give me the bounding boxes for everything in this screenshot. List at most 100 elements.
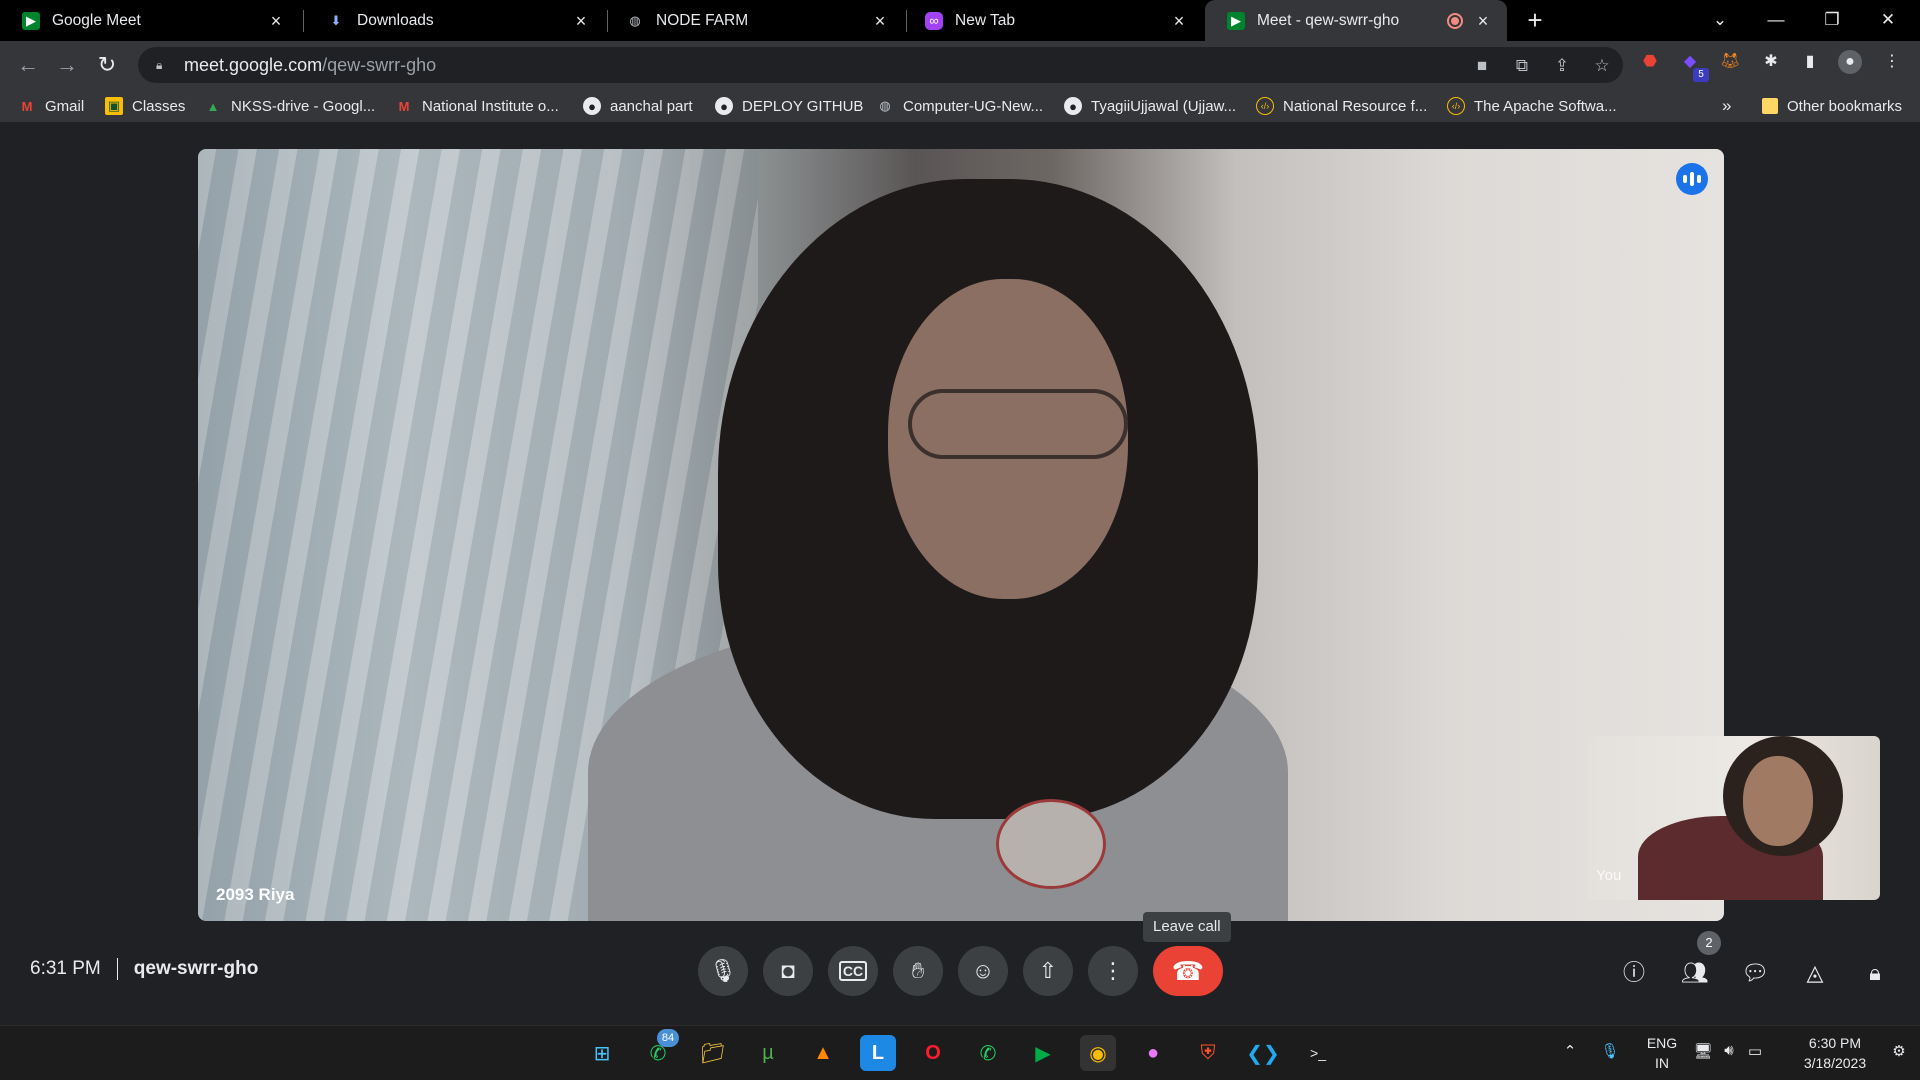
- bookmark-national-institute[interactable]: M National Institute o...: [395, 95, 559, 117]
- bookmark-label: Computer-UG-New...: [903, 97, 1044, 115]
- vlc-icon[interactable]: ▲: [805, 1035, 841, 1071]
- metamask-icon[interactable]: 🦊︎: [1718, 50, 1742, 74]
- whatsapp-web-icon[interactable]: ✆: [970, 1035, 1006, 1071]
- shirt-logo: [996, 799, 1106, 889]
- captions-button[interactable]: CC: [828, 946, 878, 996]
- bookmarks-overflow-button[interactable]: »: [1722, 95, 1731, 117]
- present-icon: ⇧: [1038, 958, 1058, 983]
- restore-button[interactable]: ❐: [1804, 0, 1860, 41]
- tray-mic-icon[interactable]: 🎙︎: [1600, 1042, 1620, 1066]
- language-indicator[interactable]: ENG IN: [1642, 1033, 1682, 1073]
- speaking-indicator-icon: [1676, 163, 1708, 195]
- people-button[interactable]: 👥︎: [1680, 958, 1710, 988]
- main-participant-video[interactable]: 2093 Riya: [198, 149, 1724, 921]
- activities-button[interactable]: ◬: [1800, 958, 1830, 988]
- forward-icon[interactable]: →: [51, 49, 83, 81]
- chat-button[interactable]: 💬︎: [1740, 958, 1770, 988]
- bookmark-label: Classes: [132, 97, 186, 115]
- url-host: meet.google.com: [184, 54, 323, 75]
- github-icon: ●: [715, 97, 733, 115]
- back-icon[interactable]: ←: [12, 49, 44, 81]
- more-options-button[interactable]: ⋮: [1088, 946, 1138, 996]
- bookmark-national-resource[interactable]: ‹/› National Resource f...: [1256, 95, 1427, 117]
- bookmarks-bar: M Gmail ▣ Classes ▲ NKSS-drive - Googl..…: [0, 89, 1920, 123]
- terminal-icon[interactable]: >_: [1300, 1035, 1336, 1071]
- address-bar[interactable]: 🔒︎ meet.google.com/qew-swrr-gho ■ ⧉ ⇪ ☆: [138, 47, 1623, 83]
- present-screen-button[interactable]: ⇧: [1023, 946, 1073, 996]
- raise-hand-button[interactable]: ✋︎: [893, 946, 943, 996]
- bookmark-computer-ug[interactable]: ◍ Computer-UG-New...: [876, 95, 1043, 117]
- more-vert-icon: ⋮: [1102, 958, 1124, 983]
- camera-button[interactable]: ◘: [763, 946, 813, 996]
- captions-icon: CC: [838, 961, 868, 981]
- bookmark-aanchal-part[interactable]: ● aanchal part: [583, 95, 693, 117]
- tab-search-icon[interactable]: ⌄: [1692, 0, 1748, 41]
- menu-kebab-icon[interactable]: ⋮: [1880, 50, 1904, 74]
- chrome-icon[interactable]: ◉: [1080, 1035, 1116, 1071]
- volume-icon[interactable]: 🔊︎: [1718, 1042, 1740, 1066]
- bookmark-gmail[interactable]: M Gmail: [18, 95, 85, 117]
- close-icon[interactable]: ×: [571, 11, 591, 31]
- meet-app-icon[interactable]: ▶: [1025, 1035, 1061, 1071]
- other-bookmarks[interactable]: Other bookmarks: [1762, 95, 1902, 117]
- tab-downloads[interactable]: ⬇ Downloads ×: [305, 0, 605, 41]
- lock-icon[interactable]: 🔒︎: [156, 58, 170, 72]
- notifications-icon[interactable]: ⚙︎: [1888, 1042, 1910, 1066]
- brave-icon[interactable]: ⛨: [1190, 1035, 1226, 1071]
- battery-icon[interactable]: ▭: [1744, 1042, 1766, 1066]
- bookmark-nkss-drive[interactable]: ▲ NKSS-drive - Googl...: [204, 95, 376, 117]
- people-icon: 👥︎: [1681, 960, 1709, 985]
- app-l-icon[interactable]: L: [860, 1035, 896, 1071]
- close-icon[interactable]: ×: [266, 11, 286, 31]
- self-label: You: [1596, 867, 1622, 884]
- bookmark-apache[interactable]: ‹/› The Apache Softwa...: [1447, 95, 1617, 117]
- extension-red-icon[interactable]: ⬣: [1638, 50, 1662, 74]
- profile-avatar[interactable]: ●: [1838, 50, 1862, 74]
- bookmark-classes[interactable]: ▣ Classes: [105, 95, 185, 117]
- tab-meet-active[interactable]: ▶ Meet - qew-swrr-gho ×: [1205, 0, 1507, 41]
- extensions-puzzle-icon[interactable]: ✱: [1759, 50, 1783, 74]
- close-icon[interactable]: ×: [1473, 11, 1493, 31]
- network-icon[interactable]: 🖥︎: [1692, 1042, 1714, 1066]
- camera-icon[interactable]: ■: [1468, 55, 1496, 77]
- vscode-icon[interactable]: ❮❯: [1245, 1035, 1281, 1071]
- reload-icon[interactable]: ↻: [91, 49, 123, 81]
- close-icon[interactable]: ×: [870, 11, 890, 31]
- side-panel-icon[interactable]: ▮: [1798, 50, 1822, 74]
- app-drop-icon[interactable]: ●: [1135, 1035, 1171, 1071]
- tab-title: Downloads: [357, 11, 434, 29]
- host-controls-button[interactable]: 🔒︎: [1860, 958, 1890, 988]
- extension-badge: 5: [1693, 68, 1709, 82]
- meeting-info-button[interactable]: ⓘ: [1619, 958, 1649, 988]
- tab-node-farm[interactable]: ◍ NODE FARM ×: [604, 0, 904, 41]
- opera-icon[interactable]: O: [915, 1035, 951, 1071]
- bookmark-tyagiiujjawal[interactable]: ● TyagiiUjjawal (Ujjaw...: [1064, 95, 1236, 117]
- start-windows-icon[interactable]: ⊞: [584, 1035, 620, 1071]
- shapes-icon: ◬: [1806, 960, 1824, 985]
- tab-new-tab[interactable]: ∞ New Tab ×: [903, 0, 1203, 41]
- minimize-button[interactable]: —: [1748, 0, 1804, 41]
- leave-call-button[interactable]: ☎︎: [1153, 946, 1223, 996]
- lang-bottom: IN: [1655, 1055, 1669, 1071]
- open-in-window-icon[interactable]: ⧉: [1508, 55, 1536, 77]
- reactions-button[interactable]: ☺: [958, 946, 1008, 996]
- bookmark-label: Gmail: [45, 97, 85, 115]
- microphone-button[interactable]: 🎙︎: [698, 946, 748, 996]
- tab-strip: ▶ Google Meet × ⬇ Downloads × ◍ NODE FAR…: [0, 0, 1920, 41]
- chat-icon: 💬︎: [1741, 960, 1769, 985]
- meet-icon: ▶: [22, 11, 40, 30]
- bookmark-star-icon[interactable]: ☆: [1588, 55, 1616, 77]
- tab-google-meet[interactable]: ▶ Google Meet ×: [0, 0, 300, 41]
- share-icon[interactable]: ⇪: [1548, 55, 1576, 77]
- utorrent-icon[interactable]: µ: [750, 1035, 786, 1071]
- taskbar-clock[interactable]: 6:30 PM 3/18/2023: [1790, 1033, 1880, 1073]
- close-icon[interactable]: ×: [1169, 11, 1189, 31]
- new-tab-button[interactable]: +: [1520, 6, 1550, 36]
- tray-overflow-icon[interactable]: ⌃: [1560, 1042, 1580, 1066]
- browser-toolbar: ← → ↻ 🔒︎ meet.google.com/qew-swrr-gho ■ …: [0, 41, 1920, 89]
- file-explorer-icon[interactable]: 📁︎: [695, 1035, 731, 1071]
- self-view-video[interactable]: You: [1588, 736, 1880, 900]
- bookmark-deploy-github[interactable]: ● DEPLOY GITHUB: [715, 95, 863, 117]
- tab-title: NODE FARM: [656, 11, 749, 29]
- window-close-button[interactable]: ✕: [1860, 0, 1916, 41]
